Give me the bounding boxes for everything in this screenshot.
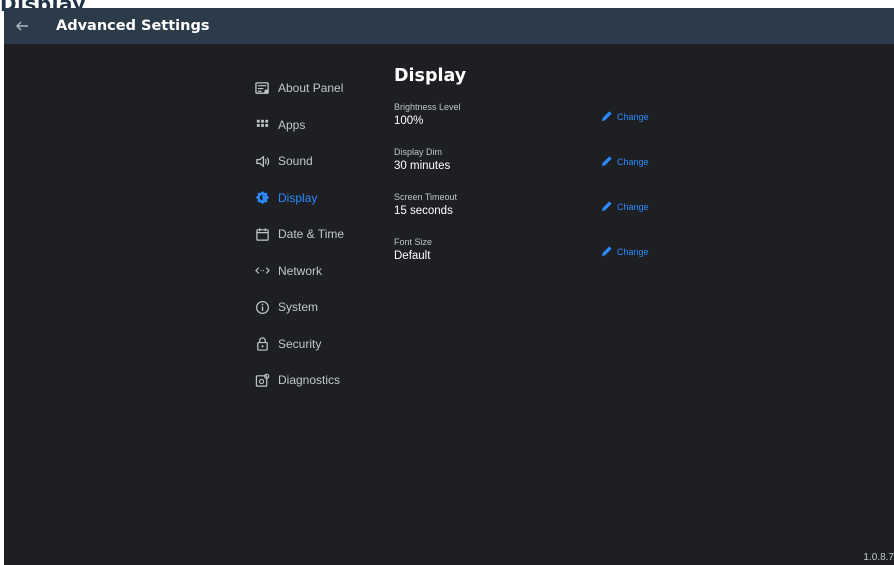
sidebar-item-display[interactable]: Display [254, 180, 384, 217]
sidebar-item-label: About Panel [278, 81, 344, 96]
about-panel-icon [254, 80, 270, 96]
change-display-dim-button[interactable]: Change [600, 155, 649, 168]
setting-value: 30 minutes [394, 160, 451, 172]
sidebar-item-label: Sound [278, 154, 313, 169]
setting-value: 100% [394, 115, 424, 127]
sidebar-item-sound[interactable]: Sound [254, 143, 384, 180]
sidebar-item-label: Apps [278, 117, 306, 132]
sidebar-item-date-time[interactable]: Date & Time [254, 216, 384, 253]
change-font-size-button[interactable]: Change [600, 245, 649, 258]
display-brightness-icon [254, 190, 270, 206]
sidebar-item-label: Display [278, 190, 318, 205]
setting-row-screen-timeout: Screen Timeout 15 seconds Change [394, 192, 694, 237]
speaker-icon [254, 153, 270, 169]
calendar-icon [254, 226, 270, 242]
setting-label: Display Dim [394, 147, 443, 157]
header-bar: Advanced Settings [4, 8, 894, 44]
apps-grid-icon [254, 117, 270, 133]
setting-label: Screen Timeout [394, 192, 458, 202]
setting-label: Brightness Level [394, 102, 461, 112]
pencil-icon [601, 246, 612, 257]
arrow-left-icon [16, 21, 28, 31]
setting-row-display-dim: Display Dim 30 minutes Change [394, 147, 694, 192]
change-label: Change [617, 246, 649, 257]
lock-icon [254, 336, 270, 352]
sidebar-item-label: Diagnostics [278, 373, 341, 388]
setting-label: Font Size [394, 237, 433, 247]
sidebar-item-security[interactable]: Security [254, 326, 384, 363]
change-label: Change [617, 156, 649, 167]
sidebar-item-label: System [278, 300, 319, 315]
display-settings-panel: Display Brightness Level 100% Change Dis… [394, 64, 694, 282]
sidebar-item-network[interactable]: Network [254, 253, 384, 290]
back-button[interactable] [4, 8, 40, 44]
setting-value: 15 seconds [394, 205, 453, 217]
pencil-icon [601, 201, 612, 212]
settings-sidebar: About Panel Apps Sound Display Date & Ti… [254, 70, 384, 399]
sidebar-item-label: Security [278, 336, 322, 351]
sidebar-item-label: Network [278, 263, 323, 278]
version-label: 1.0.8.7 [863, 552, 894, 563]
diagnostics-icon [254, 372, 270, 388]
setting-value: Default [394, 250, 431, 262]
sidebar-item-label: Date & Time [278, 227, 345, 242]
sidebar-item-about-panel[interactable]: About Panel [254, 70, 384, 107]
page-title: Advanced Settings [56, 18, 210, 34]
sidebar-item-system[interactable]: System [254, 289, 384, 326]
change-brightness-button[interactable]: Change [600, 110, 649, 123]
setting-row-font-size: Font Size Default Change [394, 237, 694, 282]
sidebar-item-diagnostics[interactable]: Diagnostics [254, 362, 384, 399]
sidebar-item-apps[interactable]: Apps [254, 107, 384, 144]
setting-row-brightness: Brightness Level 100% Change [394, 102, 694, 147]
pencil-icon [601, 111, 612, 122]
change-screen-timeout-button[interactable]: Change [600, 200, 649, 213]
app-window: Advanced Settings About Panel Apps Sound… [4, 8, 894, 565]
network-arrows-icon [254, 263, 270, 279]
section-title: Display [394, 66, 467, 86]
info-circle-icon [254, 299, 270, 315]
change-label: Change [617, 201, 649, 212]
pencil-icon [601, 156, 612, 167]
change-label: Change [617, 111, 649, 122]
